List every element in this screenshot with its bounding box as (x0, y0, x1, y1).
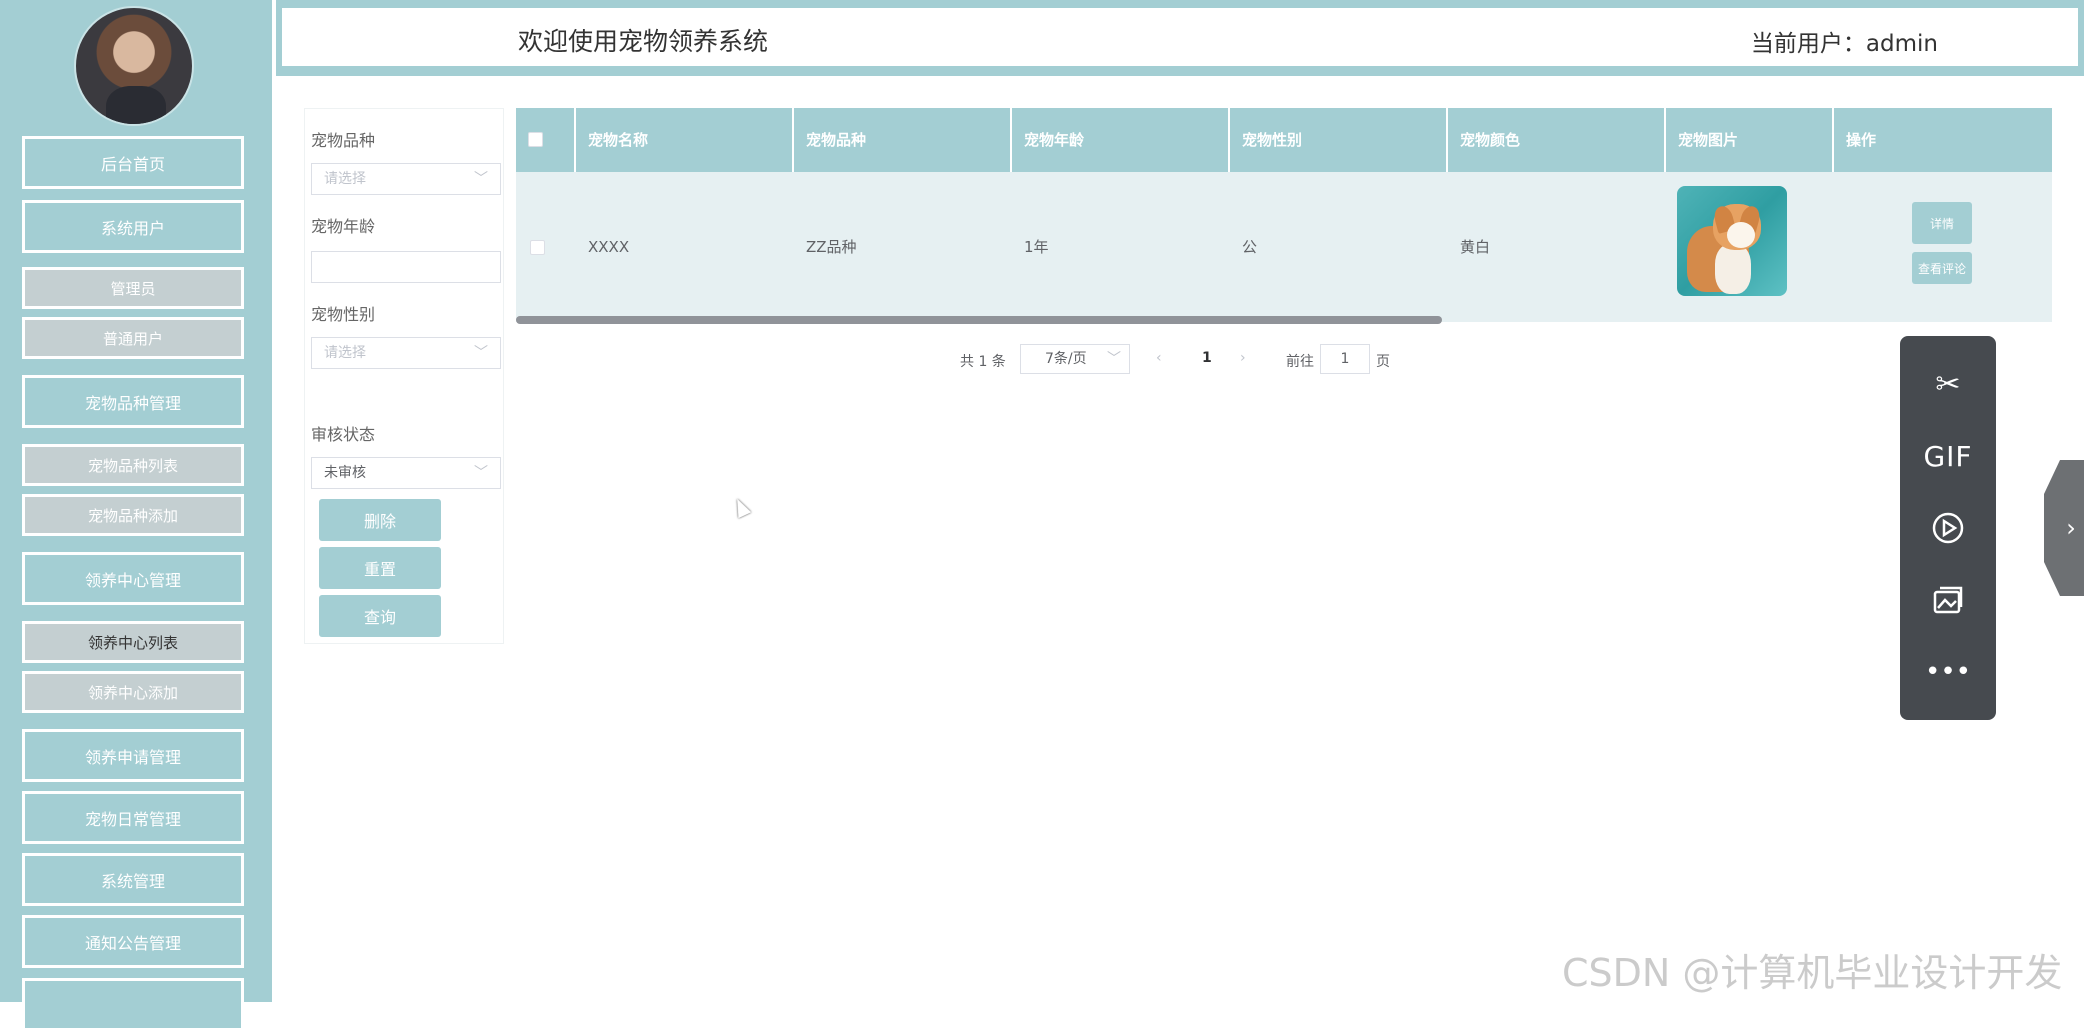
sidebar-item-adoption-center-management[interactable]: 领养中心管理 (22, 552, 244, 605)
age-filter-input[interactable] (311, 251, 501, 283)
gender-filter-placeholder: 请选择 (324, 345, 366, 361)
pet-image[interactable] (1677, 186, 1787, 296)
goto-page-input[interactable]: 1 (1320, 344, 1370, 374)
sidebar-item-more[interactable] (22, 978, 244, 1031)
breed-filter-select[interactable]: 请选择 ﹀ (311, 163, 501, 195)
sidebar-item-breed-list[interactable]: 宠物品种列表 (22, 444, 244, 486)
gender-filter-label: 宠物性别 (311, 305, 376, 324)
select-all-checkbox[interactable] (528, 132, 543, 147)
sidebar-item-adoption-center-list[interactable]: 领养中心列表 (22, 621, 244, 663)
audit-filter-select[interactable]: 未审核 ﹀ (311, 457, 501, 489)
screenshot-toolbar: ✂ GIF ••• (1900, 336, 1996, 720)
next-page-icon[interactable]: › (1240, 350, 1246, 366)
gif-icon[interactable]: GIF (1923, 432, 1972, 480)
view-comments-button[interactable]: 查看评论 (1912, 252, 1972, 284)
sidebar-item-system-users[interactable]: 系统用户 (22, 200, 244, 253)
header: 欢迎使用宠物领养系统 当前用户：admin (276, 0, 2084, 76)
page-size-select[interactable]: 7条/页 ﹀ (1020, 344, 1130, 374)
more-icon[interactable]: ••• (1924, 648, 1972, 696)
query-button[interactable]: 查询 (319, 595, 441, 637)
col-header-age: 宠物年龄 (1012, 108, 1230, 172)
pet-color-cell: 黄白 (1460, 238, 1491, 256)
sidebar-item-admins[interactable]: 管理员 (22, 267, 244, 309)
chevron-down-icon: ﹀ (474, 345, 488, 361)
scissors-icon[interactable]: ✂ (1924, 360, 1972, 408)
pet-name-cell: XXXX (588, 238, 630, 256)
page-size-value: 7条/页 (1045, 351, 1087, 367)
chevron-down-icon: ﹀ (1107, 351, 1121, 367)
breed-filter-label: 宠物品种 (311, 131, 376, 150)
pet-age-cell: 1年 (1024, 238, 1049, 256)
record-icon-svg (1932, 512, 1964, 544)
header-panel: 欢迎使用宠物领养系统 当前用户：admin (280, 6, 2080, 68)
chevron-right-icon: › (2066, 514, 2076, 542)
pet-breed-cell: ZZ品种 (806, 238, 857, 256)
table-header: 宠物名称 宠物品种 宠物年龄 宠物性别 宠物颜色 宠物图片 操作 (516, 108, 2052, 172)
detail-button[interactable]: 详情 (1912, 202, 1972, 244)
gender-filter-select[interactable]: 请选择 ﹀ (311, 337, 501, 369)
col-header-breed: 宠物品种 (794, 108, 1012, 172)
delete-button[interactable]: 删除 (319, 499, 441, 541)
image-icon[interactable] (1924, 576, 1972, 624)
select-all-cell (516, 108, 576, 172)
age-filter-label: 宠物年龄 (311, 217, 376, 236)
goto-label: 前往 (1286, 354, 1314, 370)
filter-panel: 宠物品种 请选择 ﹀ 宠物年龄 宠物性别 请选择 ﹀ 审核状态 未审核 ﹀ 删除… (304, 108, 504, 644)
sidebar-item-pet-daily-management[interactable]: 宠物日常管理 (22, 791, 244, 844)
table-row: XXXX ZZ品种 1年 公 黄白 详情 查看评论 (516, 172, 2052, 322)
expand-panel-tab[interactable]: › (2044, 460, 2084, 596)
col-header-gender: 宠物性别 (1230, 108, 1448, 172)
sidebar-item-notice-management[interactable]: 通知公告管理 (22, 915, 244, 968)
sidebar-item-home[interactable]: 后台首页 (22, 136, 244, 189)
col-header-image: 宠物图片 (1666, 108, 1834, 172)
sidebar-item-breed-management[interactable]: 宠物品种管理 (22, 375, 244, 428)
image-icon-svg (1933, 586, 1963, 614)
watermark: CSDN @计算机毕业设计开发 (1562, 951, 2063, 995)
table-horizontal-scrollbar[interactable] (516, 316, 1442, 324)
page-number-current[interactable]: 1 (1202, 350, 1212, 366)
chevron-down-icon: ﹀ (474, 171, 488, 187)
avatar (74, 6, 194, 126)
col-header-name: 宠物名称 (576, 108, 794, 172)
pagination: 共 1 条 7条/页 ﹀ ‹ 1 › 前往 1 页 (516, 344, 2052, 376)
sidebar-item-normal-users[interactable]: 普通用户 (22, 317, 244, 359)
mouse-cursor-icon (730, 495, 752, 519)
audit-filter-value: 未审核 (324, 465, 366, 481)
sidebar-item-system-management[interactable]: 系统管理 (22, 853, 244, 906)
sidebar-item-adoption-application-management[interactable]: 领养申请管理 (22, 729, 244, 782)
sidebar-item-adoption-center-add[interactable]: 领养中心添加 (22, 671, 244, 713)
breed-filter-placeholder: 请选择 (324, 171, 366, 187)
pagination-total: 共 1 条 (960, 354, 1006, 370)
sidebar: 后台首页 系统用户 管理员 普通用户 宠物品种管理 宠物品种列表 宠物品种添加 … (0, 0, 272, 1031)
sidebar-item-breed-add[interactable]: 宠物品种添加 (22, 494, 244, 536)
page-suffix-label: 页 (1376, 354, 1390, 370)
record-icon[interactable] (1924, 504, 1972, 552)
prev-page-icon[interactable]: ‹ (1156, 350, 1162, 366)
current-user: 当前用户：admin (1750, 31, 1938, 57)
row-checkbox[interactable] (530, 240, 545, 255)
col-header-color: 宠物颜色 (1448, 108, 1666, 172)
col-header-actions: 操作 (1846, 131, 1877, 149)
chevron-down-icon: ﹀ (474, 465, 488, 481)
pet-gender-cell: 公 (1242, 238, 1258, 256)
reset-button[interactable]: 重置 (319, 547, 441, 589)
page-title: 欢迎使用宠物领养系统 (518, 27, 769, 56)
dog-face-shape (1727, 222, 1755, 248)
dog-chest-shape (1715, 244, 1751, 294)
audit-filter-label: 审核状态 (311, 425, 376, 444)
